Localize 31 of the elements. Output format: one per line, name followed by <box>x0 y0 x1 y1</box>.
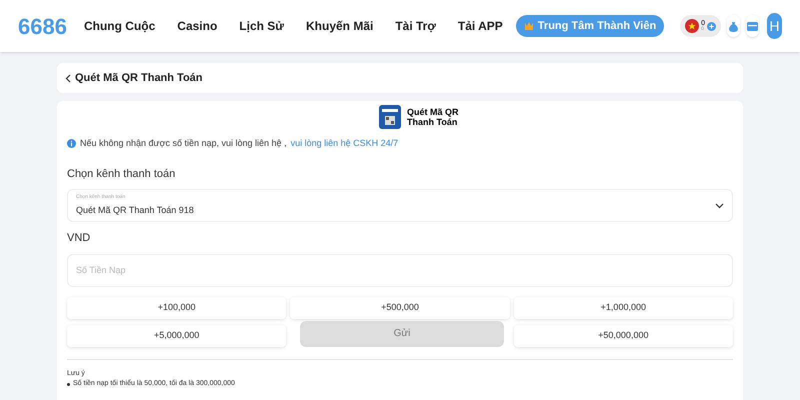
nav-link[interactable]: Khuyến Mãi <box>295 17 384 35</box>
info-icon <box>67 139 76 148</box>
crown-icon <box>524 21 534 31</box>
amount-field[interactable]: Số Tiền Nạp <box>67 254 733 286</box>
flag-icon <box>685 19 700 33</box>
amount-option[interactable]: +100,000 <box>67 296 286 318</box>
method-title: Quét Mã QR Thanh Toán <box>407 107 460 127</box>
amount-option[interactable]: +500,000 <box>290 296 510 318</box>
select-value: Quét Mã QR Thanh Toán 918 <box>76 204 195 217</box>
amount-option[interactable]: +5,000,000 <box>67 324 286 346</box>
wallet-button[interactable] <box>746 15 759 37</box>
money-bag-icon <box>728 20 739 32</box>
nav-link[interactable]: Tải APP <box>446 17 514 35</box>
card-icon <box>746 22 758 30</box>
qr-payment-icon <box>379 105 401 129</box>
amount-option[interactable]: +1,000,000 <box>514 296 733 318</box>
notice-text: Nếu không nhận được số tiền nạp, vui lòng liên hệ , <box>80 137 287 150</box>
nav-link[interactable]: Casino <box>166 17 228 35</box>
nav-link[interactable]: Tài Trợ <box>384 17 447 35</box>
amount-option[interactable]: +50,000,000 <box>514 324 733 346</box>
nav-link[interactable]: Lịch Sử <box>228 17 295 35</box>
back-icon[interactable] <box>65 74 71 82</box>
add-icon[interactable] <box>707 22 716 30</box>
page-title: Quét Mã QR Thanh Toán <box>75 70 203 86</box>
nav-link[interactable]: Chung Cuộc <box>72 17 166 35</box>
chevron-down-icon <box>715 202 724 208</box>
section-heading: Chọn kênh thanh toán <box>67 166 176 182</box>
currency-label: VND <box>67 231 92 246</box>
bullet-icon <box>67 382 70 386</box>
submit-button: Gửi <box>300 320 504 346</box>
money-bag-button[interactable] <box>727 15 740 37</box>
